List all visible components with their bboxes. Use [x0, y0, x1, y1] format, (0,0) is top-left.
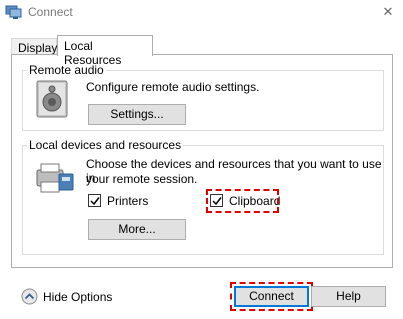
tab-display[interactable]: Display	[11, 38, 57, 55]
local-resources-panel: Remote audio Configure remote audio sett…	[11, 54, 393, 268]
tab-local-resources[interactable]: Local Resources	[57, 35, 153, 67]
more-button[interactable]: More...	[88, 219, 186, 240]
printers-label: Printers	[107, 194, 149, 208]
help-button[interactable]: Help	[311, 286, 386, 307]
close-icon[interactable]: ✕	[373, 0, 403, 24]
remote-desktop-icon	[5, 5, 23, 20]
chevron-up-icon[interactable]	[21, 288, 38, 308]
hide-options-link[interactable]: Hide Options	[43, 290, 112, 304]
clipboard-highlight	[206, 189, 279, 213]
local-devices-description-line2: your remote session.	[86, 172, 198, 186]
remote-audio-description: Configure remote audio settings.	[86, 80, 260, 94]
printers-checkbox[interactable]	[88, 194, 101, 207]
local-devices-group: Local devices and resources Choose the d…	[22, 138, 384, 255]
settings-button[interactable]: Settings...	[88, 104, 186, 125]
checkmark-icon	[90, 197, 100, 206]
remote-audio-group: Remote audio Configure remote audio sett…	[22, 63, 384, 131]
connect-highlight	[230, 282, 313, 311]
local-devices-group-label: Local devices and resources	[27, 138, 184, 152]
devices-icon	[35, 160, 75, 199]
title-bar: Connect ✕	[0, 0, 403, 26]
speaker-icon	[36, 80, 70, 121]
window-title: Connect	[28, 5, 73, 19]
